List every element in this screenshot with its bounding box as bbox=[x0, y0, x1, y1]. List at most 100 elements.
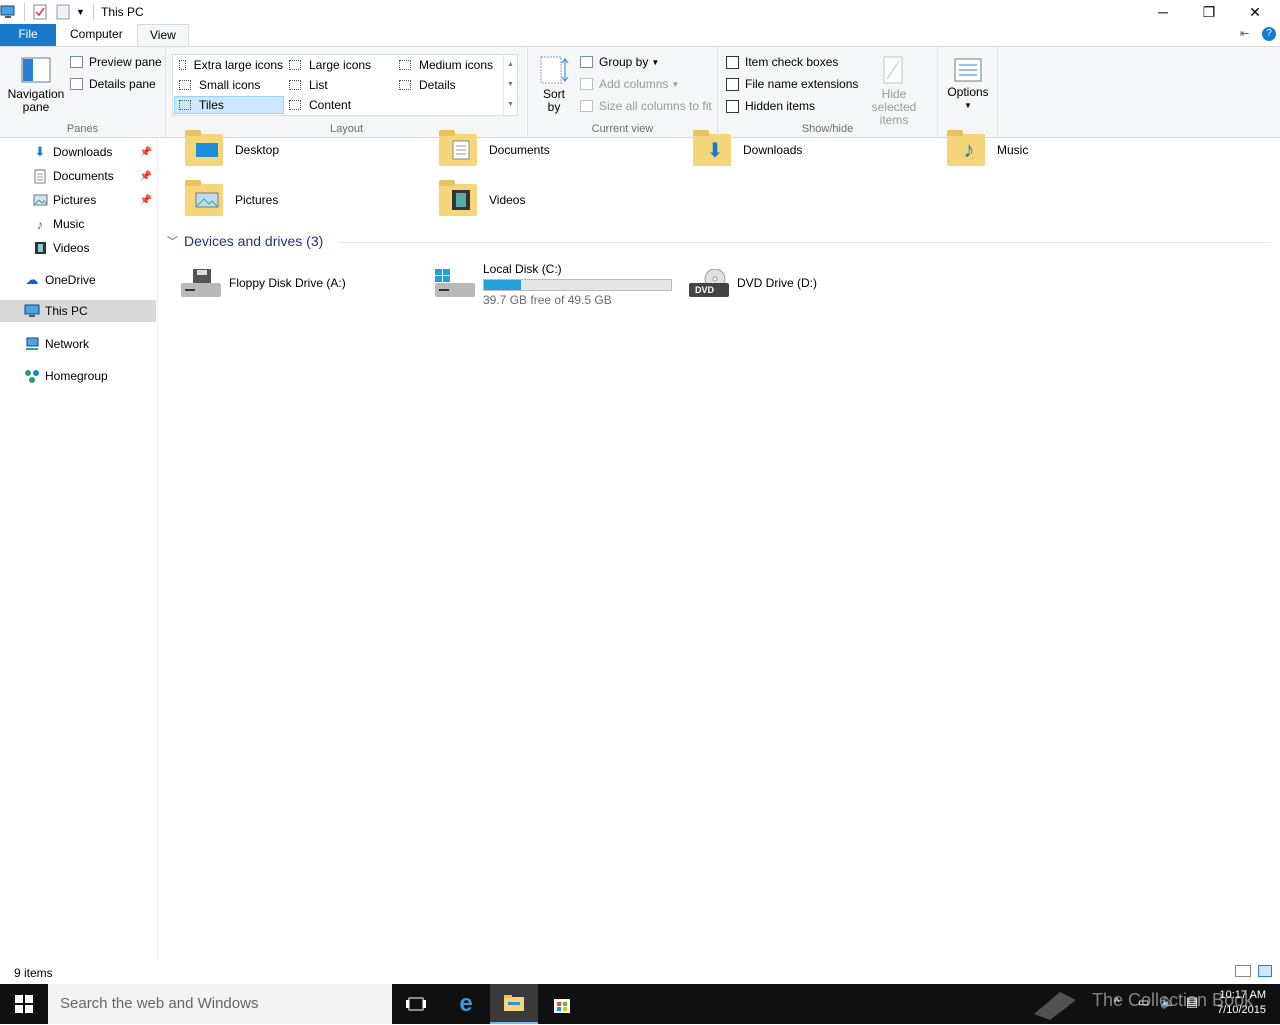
options-button[interactable]: Options ▼ bbox=[942, 57, 994, 112]
start-button[interactable] bbox=[0, 984, 48, 1024]
pin-ribbon-icon[interactable]: ⇤ bbox=[1240, 27, 1249, 40]
action-center-icon[interactable]: ▤ bbox=[1186, 994, 1198, 1010]
layout-gallery-scroll[interactable]: ▲ ▼ ▼ bbox=[503, 55, 517, 115]
item-check-boxes-checkbox[interactable]: Item check boxes bbox=[726, 55, 838, 69]
hide-selected-items-button[interactable]: Hide selected items bbox=[858, 55, 930, 127]
music-note-icon: ♪ bbox=[36, 216, 44, 232]
sidebar-item-downloads[interactable]: ⬇ Downloads 📌 bbox=[0, 141, 156, 163]
sidebar-item-label: Network bbox=[45, 337, 90, 351]
folder-pictures[interactable]: Pictures bbox=[181, 175, 421, 225]
sidebar-item-homegroup[interactable]: Homegroup bbox=[0, 365, 156, 387]
pin-icon[interactable]: 📌 bbox=[140, 195, 152, 206]
layout-small-icons[interactable]: Small icons bbox=[175, 76, 283, 94]
folder-label: Music bbox=[997, 143, 1029, 157]
layout-details[interactable]: Details bbox=[395, 76, 503, 94]
book-watermark-icon bbox=[1030, 986, 1080, 1025]
task-view-icon bbox=[406, 997, 426, 1011]
large-icons-view-icon[interactable] bbox=[1258, 965, 1272, 977]
document-icon bbox=[32, 168, 48, 184]
group-by-label: Group by bbox=[599, 55, 649, 69]
file-name-extensions-checkbox[interactable]: File name extensions bbox=[726, 77, 858, 91]
store-icon[interactable] bbox=[538, 984, 586, 1024]
file-name-extensions-box[interactable] bbox=[726, 77, 739, 91]
computer-icon bbox=[24, 303, 40, 319]
folder-documents[interactable]: Documents bbox=[435, 125, 675, 175]
layout-list[interactable]: List bbox=[285, 76, 393, 94]
sidebar-item-documents[interactable]: Documents 📌 bbox=[0, 165, 156, 187]
show-hidden-icons-chevron-icon[interactable]: ^ bbox=[1114, 995, 1120, 1009]
sidebar-item-label: This PC bbox=[45, 304, 88, 318]
layout-medium-icons-label: Medium icons bbox=[419, 58, 494, 72]
maximize-button[interactable]: ❐ bbox=[1186, 0, 1232, 24]
close-button[interactable]: ✕ bbox=[1232, 0, 1278, 24]
folder-icon: ⬇ bbox=[693, 130, 731, 166]
pin-icon[interactable]: 📌 bbox=[140, 171, 152, 182]
navigation-pane-button[interactable]: Navigation pane bbox=[6, 57, 66, 114]
item-count: 9 items bbox=[14, 966, 53, 980]
sidebar-item-music[interactable]: ♪ Music bbox=[0, 213, 156, 235]
sidebar-item-pictures[interactable]: Pictures 📌 bbox=[0, 189, 156, 211]
sidebar-item-onedrive[interactable]: ☁ OneDrive bbox=[0, 269, 156, 291]
minimize-button[interactable]: ─ bbox=[1140, 0, 1186, 24]
folder-desktop[interactable]: Desktop bbox=[181, 125, 421, 175]
layout-large-icons[interactable]: Large icons bbox=[285, 56, 393, 74]
sidebar-item-label: Downloads bbox=[53, 145, 113, 159]
sidebar-item-videos[interactable]: Videos bbox=[0, 237, 156, 259]
layout-extra-large-icons[interactable]: Extra large icons bbox=[175, 56, 283, 74]
layout-content-label: Content bbox=[309, 98, 352, 112]
drive-floppy-a[interactable]: Floppy Disk Drive (A:) bbox=[175, 258, 415, 308]
drive-local-c[interactable]: Local Disk (C:) 39.7 GB free of 49.5 GB bbox=[429, 258, 689, 308]
homegroup-icon bbox=[24, 368, 40, 384]
taskbar-clock[interactable]: 10:17 AM 7/10/2015 bbox=[1217, 988, 1266, 1018]
customize-toolbar-chevron-icon[interactable]: ▼ bbox=[76, 3, 85, 21]
properties-icon[interactable] bbox=[33, 3, 47, 21]
edge-browser-icon[interactable]: e bbox=[442, 984, 490, 1024]
sidebar-item-this-pc[interactable]: This PC bbox=[0, 300, 156, 322]
preview-pane-button[interactable]: Preview pane bbox=[70, 55, 162, 69]
layout-list-label: List bbox=[309, 78, 328, 92]
hidden-items-box[interactable] bbox=[726, 99, 739, 113]
options-group: Options ▼ bbox=[938, 47, 998, 137]
collapse-chevron-icon[interactable]: ﹀ bbox=[167, 233, 178, 249]
taskbar-search-box[interactable]: Search the web and Windows bbox=[48, 984, 392, 1024]
tab-file[interactable]: File bbox=[0, 24, 56, 46]
size-all-columns-button[interactable]: Size all columns to fit bbox=[580, 99, 712, 113]
hidden-items-checkbox[interactable]: Hidden items bbox=[726, 99, 815, 113]
volume-icon[interactable]: 🔈 bbox=[1160, 994, 1176, 1010]
group-by-button[interactable]: Group by ▼ bbox=[580, 55, 659, 69]
file-explorer-taskbar-button[interactable] bbox=[490, 984, 538, 1024]
details-view-icon[interactable] bbox=[1235, 965, 1251, 977]
folder-icon bbox=[439, 180, 477, 216]
section-divider bbox=[339, 242, 1271, 243]
add-columns-button[interactable]: Add columns ▼ bbox=[580, 77, 679, 91]
folder-videos[interactable]: Videos bbox=[435, 175, 675, 225]
pin-icon[interactable]: 📌 bbox=[140, 147, 152, 158]
tab-view[interactable]: View bbox=[137, 24, 189, 47]
add-columns-chevron-down-icon: ▼ bbox=[671, 79, 680, 89]
list-icon bbox=[289, 80, 301, 90]
details-pane-button[interactable]: Details pane bbox=[70, 77, 156, 91]
layout-content[interactable]: Content bbox=[285, 96, 393, 114]
this-pc-icon[interactable] bbox=[0, 3, 16, 21]
layout-tiles[interactable]: Tiles bbox=[174, 96, 284, 114]
task-view-button[interactable] bbox=[392, 984, 440, 1024]
folder-music[interactable]: ♪ Music bbox=[943, 125, 1183, 175]
sidebar-item-label: Music bbox=[53, 217, 85, 231]
details-icon bbox=[399, 80, 411, 90]
network-tray-icon[interactable]: ▭ bbox=[1138, 995, 1149, 1009]
show-hide-group: Item check boxes File name extensions Hi… bbox=[718, 47, 938, 137]
sort-by-button[interactable]: Sort by bbox=[538, 55, 570, 114]
item-check-boxes-box[interactable] bbox=[726, 55, 739, 69]
clock-date: 7/10/2015 bbox=[1217, 1004, 1266, 1016]
taskbar: Search the web and Windows e The Collect… bbox=[0, 984, 1280, 1024]
folder-downloads[interactable]: ⬇ Downloads bbox=[689, 125, 929, 175]
devices-section-header[interactable]: ﹀ Devices and drives (3) bbox=[167, 233, 323, 249]
drive-dvd-d[interactable]: DVD DVD Drive (D:) bbox=[683, 258, 923, 308]
layout-medium-icons[interactable]: Medium icons bbox=[395, 56, 503, 74]
folder-label: Downloads bbox=[743, 143, 803, 157]
help-icon[interactable]: ? bbox=[1262, 27, 1276, 41]
tab-computer[interactable]: Computer bbox=[58, 24, 135, 46]
new-folder-icon[interactable] bbox=[56, 3, 70, 21]
sidebar-item-network[interactable]: Network bbox=[0, 333, 156, 355]
panes-group-label: Panes bbox=[66, 123, 99, 135]
